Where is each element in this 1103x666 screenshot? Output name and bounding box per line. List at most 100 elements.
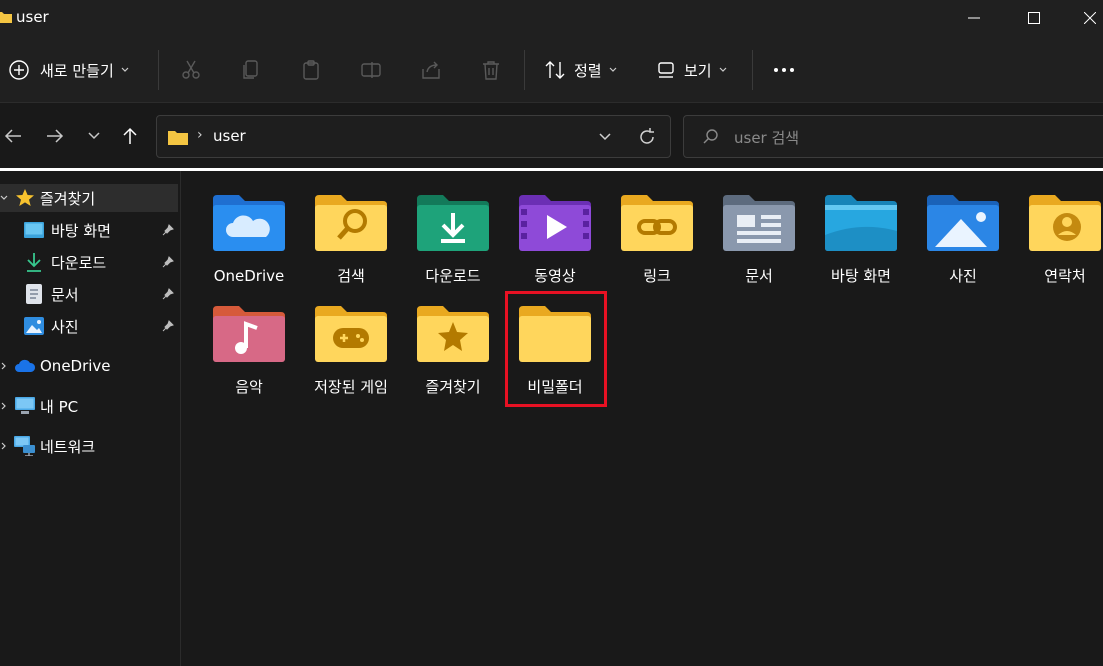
- folder-name: 바탕 화면: [831, 267, 891, 285]
- pictures-icon: [24, 317, 44, 335]
- file-list: OneDrive 검색 다운로드 동영상 링크 문서 바탕 화면 사진 연락처 …: [182, 171, 1103, 666]
- navigation-pane: 즐겨찾기 바탕 화면 다운로드 문서 사진 OneDrive 내 PC 네트워크: [0, 171, 181, 666]
- chevron-right-icon[interactable]: [0, 402, 8, 410]
- forward-button[interactable]: [41, 122, 69, 150]
- rename-icon: [361, 62, 381, 78]
- arrow-left-icon: [4, 129, 21, 143]
- sidebar-item-downloads[interactable]: 다운로드: [0, 248, 178, 276]
- sidebar-item-label: 사진: [51, 317, 79, 336]
- sidebar-item-label: 문서: [51, 285, 79, 304]
- scissors-icon: [182, 60, 200, 79]
- pin-icon[interactable]: [162, 288, 174, 300]
- folder-item[interactable]: 사진: [912, 171, 1014, 285]
- separator: [524, 50, 525, 90]
- folder-name: 링크: [643, 267, 671, 285]
- search-input[interactable]: user 검색: [683, 115, 1103, 158]
- sidebar-item-label: 다운로드: [51, 253, 107, 272]
- chevron-down-icon: [719, 67, 727, 72]
- sidebar-item-desktop[interactable]: 바탕 화면: [0, 216, 178, 244]
- sidebar-item-label: OneDrive: [40, 357, 111, 375]
- chevron-down-icon[interactable]: [0, 194, 8, 202]
- search-placeholder: user 검색: [734, 129, 800, 147]
- folder-name: 사진: [949, 267, 977, 285]
- paste-button[interactable]: [297, 56, 325, 84]
- folder-item[interactable]: 연락처: [1014, 171, 1103, 285]
- search-folder-icon: [315, 195, 387, 251]
- sidebar-item-label: 즐겨찾기: [40, 189, 96, 208]
- sidebar-item-label: 내 PC: [40, 397, 79, 416]
- folder-item[interactable]: 즐겨찾기: [402, 282, 504, 396]
- folder-item[interactable]: OneDrive: [198, 171, 300, 285]
- pin-icon[interactable]: [162, 256, 174, 268]
- pin-icon[interactable]: [162, 320, 174, 332]
- plus-circle-icon: [9, 60, 29, 80]
- search-icon: [703, 129, 718, 144]
- maximize-button[interactable]: [1010, 0, 1058, 36]
- close-button[interactable]: [1066, 0, 1103, 36]
- window-title: user: [16, 8, 49, 26]
- view-button[interactable]: 보기: [656, 56, 728, 84]
- breadcrumb-current[interactable]: user: [213, 127, 246, 145]
- new-button[interactable]: 새로 만들기: [8, 56, 130, 84]
- maximize-icon: [1028, 12, 1040, 24]
- cloud-icon: [15, 359, 36, 372]
- up-button[interactable]: [116, 122, 144, 150]
- folder-item[interactable]: 바탕 화면: [810, 171, 912, 285]
- more-icon: [774, 68, 794, 72]
- sidebar-item-label: 네트워크: [40, 437, 96, 456]
- folder-item[interactable]: 문서: [708, 171, 810, 285]
- sidebar-item-onedrive[interactable]: OneDrive: [0, 352, 178, 380]
- highlight-box: [505, 291, 607, 407]
- sidebar-item-favorites[interactable]: 즐겨찾기: [0, 184, 178, 212]
- close-icon: [1084, 12, 1096, 24]
- pictures-folder-icon: [927, 195, 999, 251]
- address-bar[interactable]: › user: [156, 115, 671, 158]
- folder-name: 문서: [745, 267, 773, 285]
- folder-name: 연락처: [1044, 267, 1086, 285]
- music-folder-icon: [213, 306, 285, 362]
- minimize-button[interactable]: [950, 0, 998, 36]
- download-folder-icon: [417, 195, 489, 251]
- refresh-icon[interactable]: [637, 127, 657, 147]
- sort-button[interactable]: 정렬: [544, 56, 618, 84]
- folder-icon: [0, 12, 12, 23]
- breadcrumb-separator-icon: ›: [197, 127, 203, 143]
- new-button-label: 새로 만들기: [40, 61, 114, 80]
- arrow-up-icon: [123, 127, 137, 144]
- recent-locations-button[interactable]: [80, 122, 108, 150]
- separator: [752, 50, 753, 90]
- minimize-icon: [968, 17, 980, 19]
- folder-item[interactable]: 다운로드: [402, 171, 504, 285]
- sort-icon: [545, 61, 565, 79]
- sidebar-item-documents[interactable]: 문서: [0, 280, 178, 308]
- folder-name: 음악: [235, 378, 263, 396]
- folder-name: 저장된 게임: [314, 378, 388, 396]
- folder-item[interactable]: 음악: [198, 282, 300, 396]
- cut-button[interactable]: [177, 56, 205, 84]
- chevron-right-icon[interactable]: [0, 442, 8, 450]
- back-button[interactable]: [0, 122, 27, 150]
- chevron-down-icon[interactable]: [597, 129, 613, 145]
- copy-button[interactable]: [237, 56, 265, 84]
- folder-item[interactable]: 검색: [300, 171, 402, 285]
- delete-button[interactable]: [477, 56, 505, 84]
- onedrive-folder-icon: [213, 195, 285, 251]
- folder-name: 즐겨찾기: [425, 378, 481, 396]
- share-button[interactable]: [417, 56, 445, 84]
- sidebar-item-this-pc[interactable]: 내 PC: [0, 392, 178, 420]
- sidebar-item-pictures[interactable]: 사진: [0, 312, 178, 340]
- folder-item[interactable]: 동영상: [504, 171, 606, 285]
- folder-item[interactable]: 저장된 게임: [300, 282, 402, 396]
- separator: [158, 50, 159, 90]
- more-options-button[interactable]: [770, 56, 798, 84]
- folder-item[interactable]: 링크: [606, 171, 708, 285]
- chevron-right-icon[interactable]: [0, 362, 8, 370]
- sidebar-item-network[interactable]: 네트워크: [0, 432, 178, 460]
- star-icon: [16, 189, 34, 206]
- documents-folder-icon: [723, 195, 795, 251]
- download-icon: [27, 253, 41, 272]
- pin-icon[interactable]: [162, 224, 174, 236]
- clipboard-icon: [303, 60, 319, 80]
- title-bar: user: [0, 0, 1103, 36]
- rename-button[interactable]: [357, 56, 385, 84]
